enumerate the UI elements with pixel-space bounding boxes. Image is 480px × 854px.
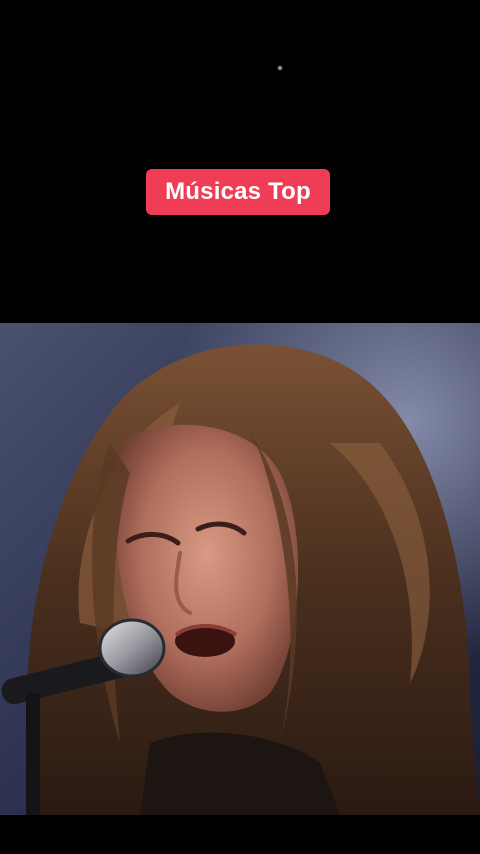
- light-speck: [277, 65, 283, 71]
- video-post-screen: Músicas Top: [0, 0, 480, 854]
- top-black-area: Músicas Top: [0, 0, 480, 323]
- video-still: [0, 323, 480, 815]
- title-badge: Músicas Top: [146, 169, 330, 215]
- bottom-black-area: [0, 815, 480, 854]
- video-frame[interactable]: [0, 323, 480, 815]
